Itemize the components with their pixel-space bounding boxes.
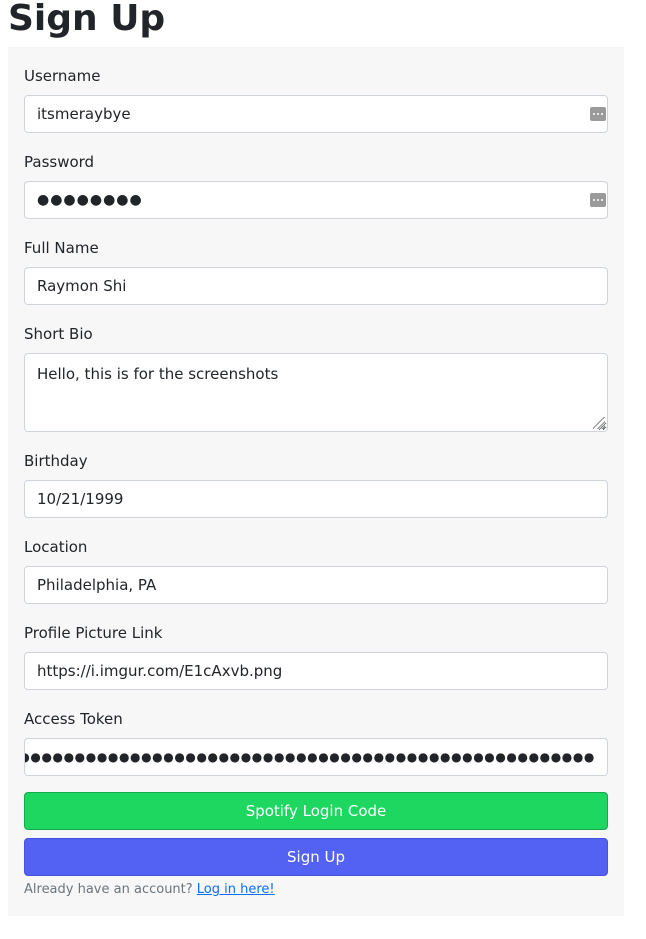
short-bio-textarea[interactable]: Hello, this is for the screenshots xyxy=(24,353,608,432)
full-name-label: Full Name xyxy=(24,239,99,257)
signup-form: Username Password Full Name Short Bio He… xyxy=(8,47,624,916)
location-input[interactable] xyxy=(24,566,608,604)
password-manager-icon[interactable] xyxy=(590,107,606,121)
sign-up-button[interactable]: Sign Up xyxy=(24,838,608,876)
login-prompt: Already have an account? Log in here! xyxy=(24,881,275,899)
birthday-input[interactable] xyxy=(24,480,608,518)
access-token-input[interactable]: ●●●●●●●●●●●●●●●●●●●●●●●●●●●●●●●●●●●●●●●●… xyxy=(24,738,608,776)
access-token-label: Access Token xyxy=(24,710,123,728)
login-prompt-text: Already have an account? xyxy=(24,882,197,897)
birthday-label: Birthday xyxy=(24,452,88,470)
password-input[interactable] xyxy=(24,181,608,219)
short-bio-label: Short Bio xyxy=(24,325,93,343)
page-title: Sign Up xyxy=(8,0,166,39)
resize-grip-icon[interactable] xyxy=(593,417,605,429)
password-manager-icon[interactable] xyxy=(590,193,606,207)
login-link[interactable]: Log in here! xyxy=(197,882,275,897)
username-label: Username xyxy=(24,67,101,85)
profile-picture-label: Profile Picture Link xyxy=(24,624,163,642)
password-label: Password xyxy=(24,153,95,171)
profile-picture-input[interactable] xyxy=(24,652,608,690)
full-name-input[interactable] xyxy=(24,267,608,305)
location-label: Location xyxy=(24,538,88,556)
username-input[interactable] xyxy=(24,95,608,133)
spotify-login-code-button[interactable]: Spotify Login Code xyxy=(24,792,608,830)
